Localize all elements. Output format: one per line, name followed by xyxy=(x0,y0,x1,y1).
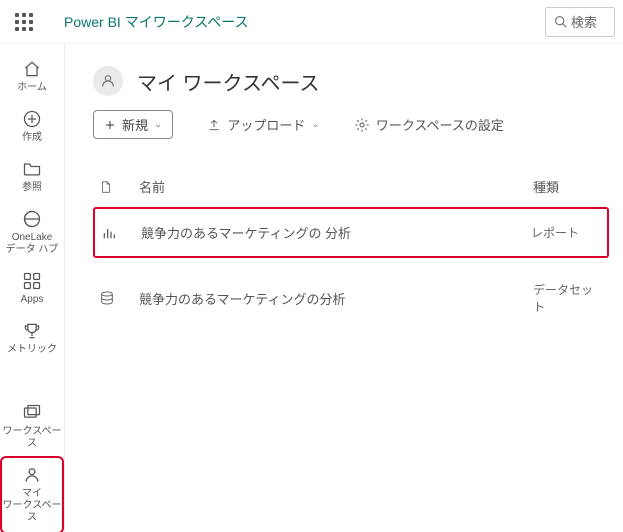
search-input[interactable]: 検索 xyxy=(545,7,615,37)
workspace-settings-button[interactable]: ワークスペースの設定 xyxy=(354,115,504,134)
sidebar-item-label: マイ ワークスペース xyxy=(2,488,62,524)
person-icon xyxy=(100,73,116,89)
search-placeholder: 検索 xyxy=(571,12,597,31)
chevron-down-icon: ⌄ xyxy=(154,119,162,130)
sidebar-item-onelake[interactable]: OneLake データ ハブ xyxy=(2,202,62,264)
sidebar-item-home[interactable]: ホーム xyxy=(2,52,62,102)
plus-circle-icon xyxy=(21,108,43,130)
upload-icon xyxy=(207,118,221,132)
chevron-down-icon: ⌄ xyxy=(311,119,319,130)
trophy-icon xyxy=(21,320,43,342)
row-name: 競争力のあるマーケティングの分析 xyxy=(139,289,533,308)
sidebar-item-label: ワークスペース xyxy=(2,426,62,450)
apps-icon xyxy=(21,270,43,292)
app-launcher-button[interactable] xyxy=(8,6,40,38)
sidebar-item-metrics[interactable]: メトリック xyxy=(2,314,62,364)
new-button[interactable]: 新規 ⌄ xyxy=(93,110,173,139)
sidebar-item-browse[interactable]: 参照 xyxy=(2,152,62,202)
list-row-report[interactable]: 競争力のあるマーケティングの 分析 レポート xyxy=(93,207,609,258)
upload-label: アップロード xyxy=(227,115,305,134)
row-name: 競争力のあるマーケティングの 分析 xyxy=(141,223,531,242)
new-label: 新規 xyxy=(122,115,148,134)
waffle-icon xyxy=(15,13,33,31)
row-type: データセット xyxy=(533,281,603,315)
col-name-header[interactable]: 名前 xyxy=(139,177,533,196)
sidebar-item-create[interactable]: 作成 xyxy=(2,102,62,152)
item-list: 名前 種類 競争力のあるマーケティングの 分析 レポート 競争力のあるマーケティ… xyxy=(93,169,609,329)
home-icon xyxy=(21,58,43,80)
workspace-header: マイ ワークスペース xyxy=(65,44,623,104)
sidebar-item-label: Apps xyxy=(21,294,44,306)
sidebar-item-workspaces[interactable]: ワークスペース xyxy=(2,396,62,458)
dataset-icon xyxy=(99,290,139,306)
sidebar-item-label: ホーム xyxy=(17,82,47,94)
sidebar: ホーム 作成 参照 OneLake データ ハブ Apps xyxy=(0,44,65,532)
sidebar-item-label: 作成 xyxy=(22,132,42,144)
settings-label: ワークスペースの設定 xyxy=(376,115,504,134)
sidebar-item-label: 参照 xyxy=(22,182,42,194)
folder-icon xyxy=(21,158,43,180)
top-bar: Power BI マイワークスペース 検索 xyxy=(0,0,623,44)
upload-button[interactable]: アップロード ⌄ xyxy=(207,115,319,134)
plus-icon xyxy=(104,119,116,131)
sidebar-item-apps[interactable]: Apps xyxy=(2,264,62,314)
list-row-dataset[interactable]: 競争力のあるマーケティングの分析 データセット xyxy=(93,267,609,329)
list-header: 名前 種類 xyxy=(93,169,609,207)
gear-icon xyxy=(354,117,370,133)
row-type: レポート xyxy=(531,224,601,241)
workspace-avatar xyxy=(93,66,123,96)
sidebar-item-my-workspace[interactable]: マイ ワークスペース xyxy=(2,458,62,532)
workspace-title: マイ ワークスペース xyxy=(137,67,320,96)
workspaces-icon xyxy=(21,402,43,424)
app-title: Power BI マイワークスペース xyxy=(64,12,249,32)
sidebar-item-label: OneLake データ ハブ xyxy=(6,232,59,256)
main-content: マイ ワークスペース 新規 ⌄ アップロード ⌄ ワー xyxy=(65,44,623,532)
toolbar: 新規 ⌄ アップロード ⌄ ワークスペースの設定 xyxy=(65,104,623,159)
report-icon xyxy=(101,225,141,241)
search-icon xyxy=(554,15,567,28)
onelake-icon xyxy=(21,208,43,230)
person-icon xyxy=(21,464,43,486)
col-type-header[interactable]: 種類 xyxy=(533,177,603,196)
file-icon xyxy=(99,179,139,195)
sidebar-item-label: メトリック xyxy=(7,344,57,356)
